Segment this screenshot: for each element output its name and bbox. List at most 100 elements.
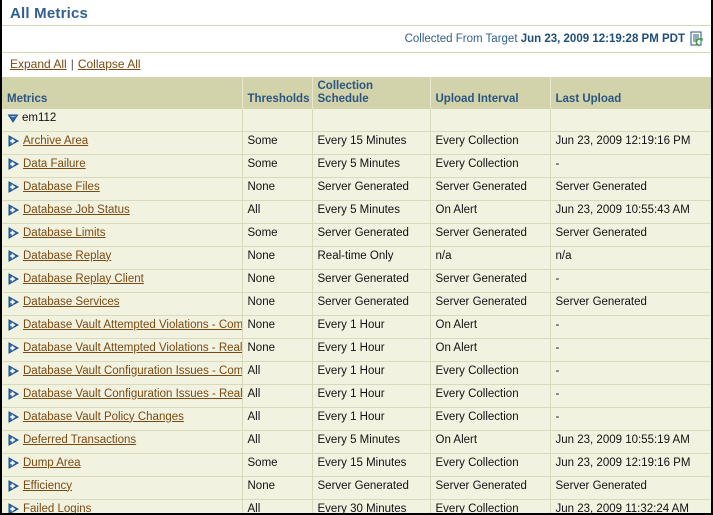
metric-name-link[interactable]: Dump Area: [23, 456, 81, 471]
triangle-right-plus-icon[interactable]: [7, 318, 20, 336]
metric-name-link[interactable]: Database Vault Policy Changes: [23, 410, 184, 425]
metric-thresholds-cell: All: [242, 407, 313, 431]
triangle-right-plus-icon[interactable]: [7, 249, 20, 267]
group-thresholds-cell: [242, 109, 313, 132]
metric-schedule-cell: Every 1 Hour: [312, 361, 431, 385]
table-body: em112 Archive Area Some Every 15 Minutes Eve…: [2, 109, 711, 513]
triangle-right-plus-icon[interactable]: [7, 502, 20, 513]
metric-thresholds-cell: None: [242, 476, 313, 500]
metric-name-link[interactable]: Efficiency: [23, 479, 72, 494]
triangle-right-plus-icon[interactable]: [7, 180, 20, 198]
metric-name-link[interactable]: Database Vault Configuration Issues - Co…: [23, 364, 241, 379]
triangle-down-icon[interactable]: [7, 112, 19, 129]
metric-name-link[interactable]: Database Replay Client: [23, 272, 144, 287]
metric-name-cell: Database Replay: [2, 246, 243, 270]
table-row: Database Vault Policy Changes All Every 1 …: [2, 407, 711, 431]
metric-upload-interval-cell: On Alert: [430, 200, 551, 224]
triangle-right-plus-icon[interactable]: [7, 226, 20, 244]
collapse-all-link[interactable]: Collapse All: [78, 57, 141, 71]
metric-name-cell: Archive Area: [2, 131, 243, 155]
metric-last-upload-cell: -: [550, 315, 711, 339]
metric-last-upload-cell: Jun 23, 2009 12:19:16 PM: [550, 453, 711, 477]
triangle-right-plus-icon[interactable]: [7, 341, 20, 359]
metric-last-upload-cell: -: [550, 154, 711, 178]
triangle-right-plus-icon[interactable]: [7, 364, 20, 382]
metric-schedule-cell: Every 1 Hour: [312, 338, 431, 362]
collected-prefix-label: Collected From Target: [404, 33, 521, 45]
metric-name-link[interactable]: Database Services: [23, 295, 120, 310]
triangle-right-plus-icon[interactable]: [7, 456, 20, 474]
metrics-table: Metrics Thresholds Collection Schedule U…: [2, 77, 711, 513]
metric-name-cell: Database Vault Attempted Violations - Co…: [2, 315, 243, 339]
column-header-upload-interval[interactable]: Upload Interval: [430, 77, 551, 109]
metric-thresholds-cell: None: [242, 269, 313, 293]
metric-name-cell: Database Limits: [2, 223, 243, 247]
table-row: Database Limits Some Server Generated Serve…: [2, 223, 711, 247]
metric-last-upload-cell: -: [550, 269, 711, 293]
column-header-metrics[interactable]: Metrics: [2, 77, 243, 109]
group-name-cell[interactable]: em112: [2, 109, 243, 132]
metric-upload-interval-cell: Every Collection: [430, 384, 551, 408]
metric-thresholds-cell: All: [242, 384, 313, 408]
metric-upload-interval-cell: Every Collection: [430, 453, 551, 477]
metric-thresholds-cell: Some: [242, 223, 313, 247]
metric-upload-interval-cell: Server Generated: [430, 292, 551, 316]
column-header-thresholds[interactable]: Thresholds: [242, 77, 313, 109]
triangle-right-plus-icon[interactable]: [7, 157, 20, 175]
metric-name-link[interactable]: Database Files: [23, 180, 100, 195]
metric-schedule-cell: Every 1 Hour: [312, 315, 431, 339]
metric-name-link[interactable]: Database Replay: [23, 249, 111, 264]
metric-schedule-cell: Server Generated: [312, 177, 431, 201]
metric-upload-interval-cell: On Alert: [430, 338, 551, 362]
triangle-right-plus-icon[interactable]: [7, 479, 20, 497]
metric-name-link[interactable]: Database Vault Attempted Violations - Co…: [23, 318, 241, 333]
table-group-row: em112: [2, 109, 711, 132]
metric-schedule-cell: Every 5 Minutes: [312, 200, 431, 224]
triangle-right-plus-icon[interactable]: [7, 433, 20, 451]
metric-schedule-cell: Server Generated: [312, 269, 431, 293]
metric-name-link[interactable]: Archive Area: [23, 134, 88, 149]
metric-name-link[interactable]: Database Vault Configuration Issues - Re…: [23, 387, 241, 402]
triangle-right-plus-icon[interactable]: [7, 203, 20, 221]
metric-name-link[interactable]: Database Vault Attempted Violations - Re…: [23, 341, 241, 356]
metric-schedule-cell: Every 15 Minutes: [312, 131, 431, 155]
metric-last-upload-cell: n/a: [550, 246, 711, 270]
metric-thresholds-cell: All: [242, 361, 313, 385]
metric-name-link[interactable]: Data Failure: [23, 157, 86, 172]
expand-all-link[interactable]: Expand All: [10, 57, 67, 71]
metric-last-upload-cell: Jun 23, 2009 12:19:16 PM: [550, 131, 711, 155]
triangle-right-plus-icon[interactable]: [7, 272, 20, 290]
triangle-right-plus-icon[interactable]: [7, 387, 20, 405]
metric-name-cell: Database Files: [2, 177, 243, 201]
metric-thresholds-cell: None: [242, 292, 313, 316]
metric-name-cell: Database Vault Policy Changes: [2, 407, 243, 431]
table-row: Database Replay None Real-time Only n/a n/a: [2, 246, 711, 270]
metric-upload-interval-cell: On Alert: [430, 315, 551, 339]
triangle-right-plus-icon[interactable]: [7, 295, 20, 313]
metric-last-upload-cell: -: [550, 384, 711, 408]
metric-name-cell: Efficiency: [2, 476, 243, 500]
column-header-last-upload[interactable]: Last Upload: [550, 77, 711, 109]
metric-name-link[interactable]: Deferred Transactions: [23, 433, 136, 448]
metric-thresholds-cell: All: [242, 499, 313, 513]
collected-from-target-bar: Collected From Target Jun 23, 2009 12:19…: [2, 26, 711, 53]
metric-thresholds-cell: Some: [242, 131, 313, 155]
metric-last-upload-cell: Server Generated: [550, 292, 711, 316]
metric-name-cell: Database Job Status: [2, 200, 243, 224]
refresh-page-icon[interactable]: [690, 31, 705, 47]
all-metrics-page: All Metrics Collected From Target Jun 23…: [0, 0, 713, 515]
table-row: Archive Area Some Every 15 Minutes Every Co…: [2, 131, 711, 155]
metric-last-upload-cell: Jun 23, 2009 11:32:24 AM: [550, 499, 711, 513]
metric-name-link[interactable]: Failed Logins: [23, 502, 91, 513]
metric-name-link[interactable]: Database Limits: [23, 226, 105, 241]
metric-last-upload-cell: -: [550, 361, 711, 385]
table-row: Database Services None Server Generated Ser…: [2, 292, 711, 316]
table-header: Metrics Thresholds Collection Schedule U…: [2, 77, 711, 109]
metric-thresholds-cell: All: [242, 200, 313, 224]
column-header-collection-schedule[interactable]: Collection Schedule: [312, 77, 431, 109]
metric-schedule-cell: Every 5 Minutes: [312, 154, 431, 178]
triangle-right-plus-icon[interactable]: [7, 410, 20, 428]
triangle-right-plus-icon[interactable]: [7, 134, 20, 152]
metric-schedule-cell: Real-time Only: [312, 246, 431, 270]
metric-name-link[interactable]: Database Job Status: [23, 203, 130, 218]
